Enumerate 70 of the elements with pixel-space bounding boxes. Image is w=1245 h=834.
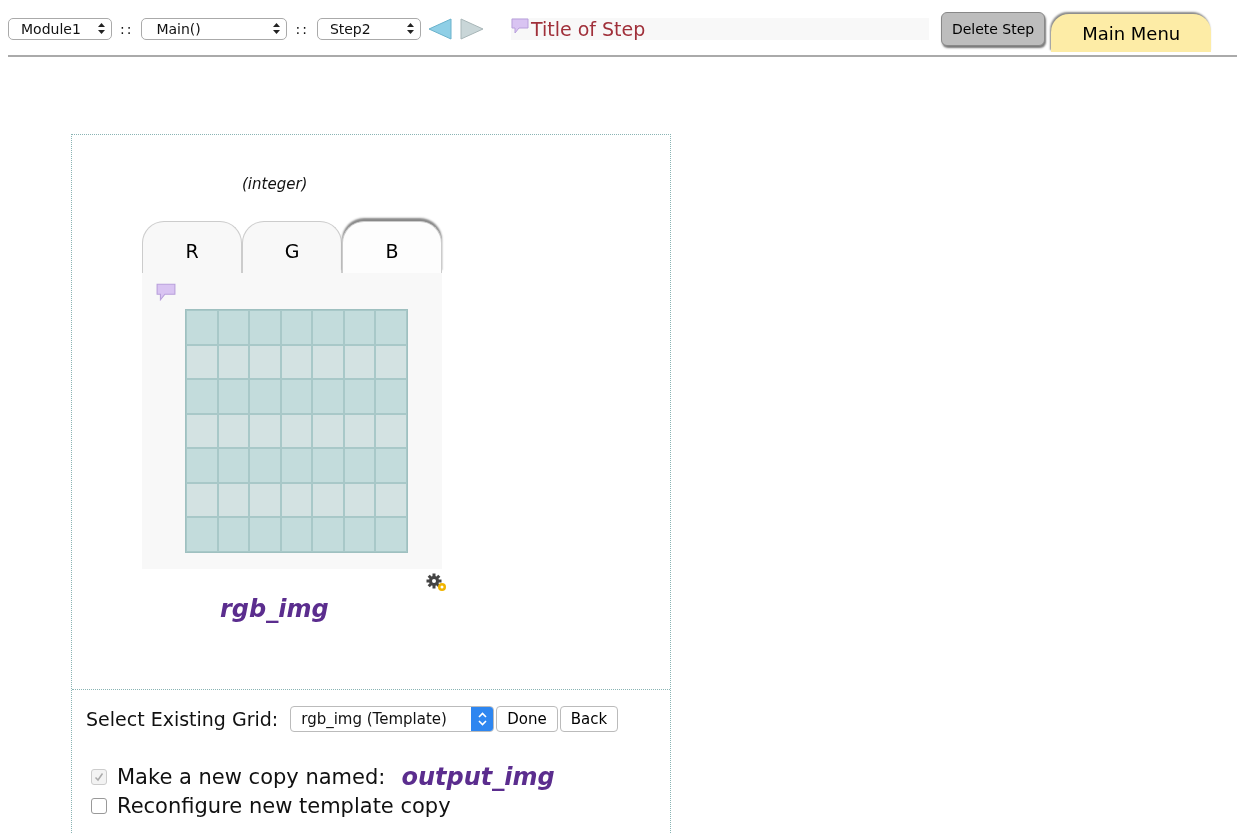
grid-cell[interactable] <box>186 413 218 448</box>
checkbox[interactable] <box>91 797 107 814</box>
grid-cell[interactable] <box>312 413 344 448</box>
grid-cell[interactable] <box>186 310 218 345</box>
updown-arrows-icon <box>477 712 487 726</box>
grid-cell[interactable] <box>217 517 249 552</box>
grid-cell[interactable] <box>186 448 218 483</box>
grid-cell[interactable] <box>375 344 407 379</box>
grid-cell[interactable] <box>186 379 218 414</box>
dropdown[interactable]: Step2 <box>316 17 421 40</box>
done-button[interactable]: Done <box>496 706 558 732</box>
grid-cell[interactable] <box>375 379 407 414</box>
dropdown[interactable]: Main() <box>141 17 288 40</box>
grid-cell[interactable] <box>280 379 312 414</box>
checkbox-label: Reconfigure new template copy <box>117 793 451 818</box>
grid-cell[interactable] <box>186 344 218 379</box>
updown-arrows-icon <box>406 23 414 34</box>
grid-cell[interactable] <box>249 482 281 517</box>
grid-cell[interactable] <box>375 517 407 552</box>
grid-cell[interactable] <box>375 310 407 345</box>
grid-cell[interactable] <box>343 310 375 345</box>
grid-cell[interactable] <box>375 413 407 448</box>
separator: :: <box>120 20 134 37</box>
checkbox-label: Make a new copy named: <box>117 764 386 789</box>
grid-cell[interactable] <box>249 517 281 552</box>
grid-cell[interactable] <box>249 413 281 448</box>
grid-cell[interactable] <box>312 344 344 379</box>
copy-name: output_img <box>401 762 555 791</box>
grid-cell[interactable] <box>343 379 375 414</box>
channel-tab[interactable]: B <box>342 221 442 273</box>
grid-cell[interactable] <box>343 517 375 552</box>
separator: :: <box>295 20 309 37</box>
grid-cell[interactable] <box>312 482 344 517</box>
dropdown[interactable]: Module1 <box>8 17 112 40</box>
channel-tab[interactable]: R <box>142 221 242 273</box>
type-label: (integer) <box>242 175 309 193</box>
grid-cell[interactable] <box>280 448 312 483</box>
grid-cell[interactable] <box>343 448 375 483</box>
grid-cell[interactable] <box>375 448 407 483</box>
grid-cell[interactable] <box>280 310 312 345</box>
grid-cell[interactable] <box>312 517 344 552</box>
grid-name: rgb_img <box>220 595 329 623</box>
grid-cell[interactable] <box>217 379 249 414</box>
grid-cell[interactable] <box>312 310 344 345</box>
grid-cell[interactable] <box>249 344 281 379</box>
updown-arrows-icon <box>273 23 281 34</box>
grid-cell[interactable] <box>280 517 312 552</box>
speech-bubble-icon <box>156 283 176 301</box>
grid-cell[interactable] <box>217 310 249 345</box>
grid-cell[interactable] <box>249 379 281 414</box>
select-grid-label: Select Existing Grid: <box>86 708 279 730</box>
updown-arrows-icon <box>98 23 105 34</box>
channel-tab[interactable]: G <box>242 221 342 273</box>
grid-cell[interactable] <box>186 517 218 552</box>
grid-cell[interactable] <box>312 379 344 414</box>
grid-cell[interactable] <box>249 448 281 483</box>
back-button[interactable]: Back <box>559 706 619 732</box>
grid-cell[interactable] <box>217 448 249 483</box>
speech-bubble-icon <box>510 17 529 34</box>
grid-cell[interactable] <box>312 448 344 483</box>
left-arrow-icon[interactable] <box>426 17 453 40</box>
checkmark-icon <box>94 771 104 782</box>
grid-cell[interactable] <box>375 482 407 517</box>
main-menu-tab[interactable]: Main Menu <box>1051 14 1212 52</box>
delete-step-button[interactable]: Delete Step <box>940 11 1046 46</box>
step-title-field[interactable]: Title of Step <box>510 17 929 40</box>
grid-dropdown[interactable]: rgb_img (Template) <box>290 706 495 732</box>
grid-cell[interactable] <box>249 310 281 345</box>
grid-cell[interactable] <box>186 482 218 517</box>
gear-icon[interactable] <box>426 573 448 593</box>
